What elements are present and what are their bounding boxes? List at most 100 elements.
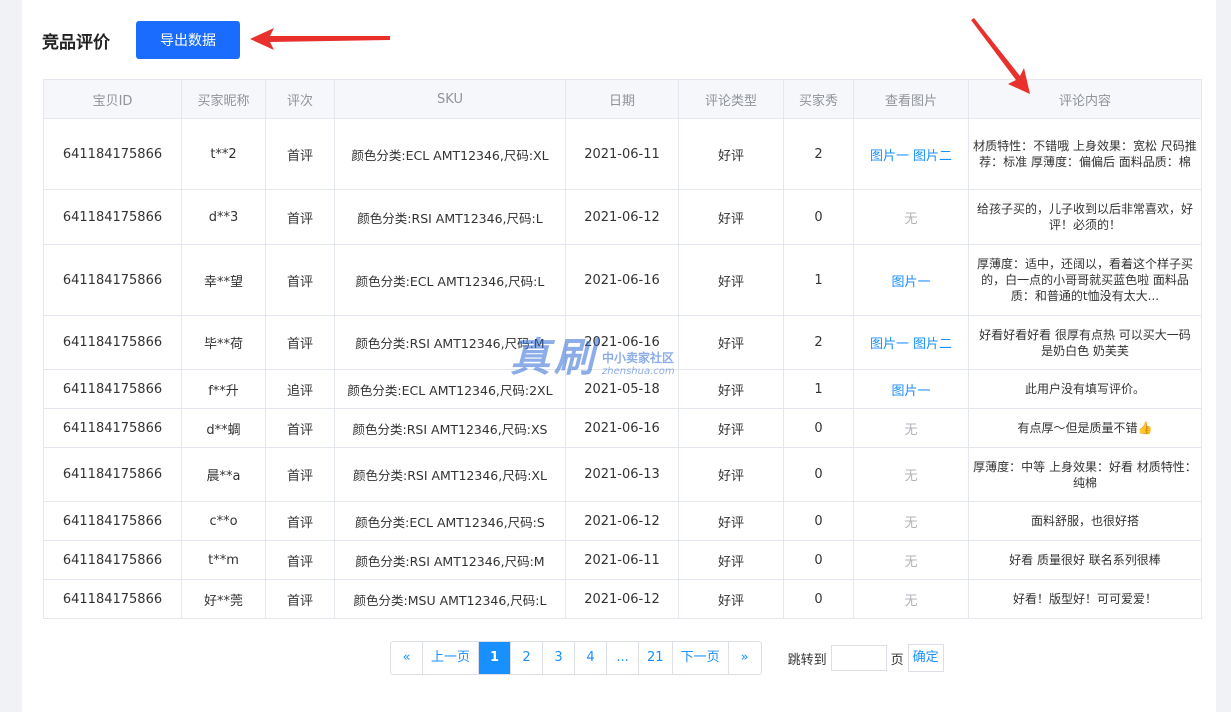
cell-sku: 颜色分类:ECL AMT12346,尺码:2XL (334, 369, 566, 409)
cell-item-id: 641184175866 (43, 118, 182, 190)
prev-page-button[interactable]: 上一页 (423, 642, 480, 674)
cell-date: 2021-06-16 (565, 244, 679, 316)
cell-date: 2021-06-12 (565, 579, 679, 619)
comment-text: 好看！版型好！可可爱爱！ (1012, 592, 1157, 606)
comment-text: 好看 质量很好 联名系列很棒 (1009, 553, 1161, 567)
cell-review-times: 首评 (265, 447, 335, 502)
cell-buyer-show: 1 (783, 244, 854, 316)
page-button-2[interactable]: 2 (511, 642, 544, 674)
jump-label: 跳转到 (787, 652, 827, 668)
comment-text: 好看好看好看 很厚有点热 可以买大一码 是奶白色 奶芙芙 (979, 327, 1191, 358)
cell-review-type: 好评 (678, 369, 784, 409)
table-row: 641184175866 c**o 首评 颜色分类:ECL AMT12346,尺码:S… (43, 501, 1202, 541)
page-jump: 跳转到 页 确定 (788, 644, 944, 672)
cell-buyer-nick: d**3 (181, 189, 266, 245)
col-header-sku: SKU (334, 79, 566, 119)
cell-date: 2021-06-13 (565, 447, 679, 502)
cell-item-id: 641184175866 (43, 447, 182, 502)
view-image-link[interactable]: 图片一 (891, 384, 930, 399)
cell-images: 无 (853, 447, 969, 502)
next-page-button[interactable]: 下一页 (673, 642, 729, 674)
cell-date: 2021-06-11 (565, 540, 679, 580)
cell-date: 2021-06-12 (565, 501, 679, 541)
col-header-type: 评论类型 (678, 79, 784, 119)
view-image-link[interactable]: 图片一 (891, 275, 930, 290)
cell-review-times: 追评 (265, 369, 335, 409)
comment-text: 此用户没有填写评价。 (1024, 382, 1145, 396)
table-row: 641184175866 d**3 首评 颜色分类:RSI AMT12346,尺码:L… (43, 189, 1202, 245)
page-buttons: « 上一页 1 2 3 4 ... 21 下一页 » (390, 641, 762, 675)
cell-comment: 厚薄度：中等 上身效果：好看 材质特性：纯棉 (968, 447, 1202, 502)
cell-images: 无 (853, 501, 969, 541)
no-image-text: 无 (904, 554, 918, 570)
cell-buyer-nick: t**m (181, 540, 266, 580)
table-row: 641184175866 d**蜩 首评 颜色分类:RSI AMT12346,尺码:X… (43, 408, 1202, 448)
review-panel: 竞品评价 导出数据 宝贝ID 买家昵称 评次 SKU 日期 评论类型 买家秀 查 (22, 0, 1216, 712)
cell-review-times: 首评 (265, 315, 335, 370)
cell-buyer-show: 0 (783, 189, 854, 245)
cell-buyer-nick: d**蜩 (181, 408, 266, 448)
cell-review-type: 好评 (678, 579, 784, 619)
view-image-link[interactable]: 图片一 (870, 337, 909, 352)
col-header-show: 买家秀 (783, 79, 854, 119)
jump-page-input[interactable] (830, 645, 887, 671)
cell-review-type: 好评 (678, 408, 784, 448)
cell-sku: 颜色分类:ECL AMT12346,尺码:XL (334, 118, 566, 190)
page-button-1[interactable]: 1 (479, 642, 512, 674)
table-row: 641184175866 幸**望 首评 颜色分类:ECL AMT12346,尺码:L… (43, 244, 1202, 316)
page-button-21[interactable]: 21 (639, 642, 673, 674)
export-data-button[interactable]: 导出数据 (136, 21, 240, 59)
cell-item-id: 641184175866 (43, 501, 182, 541)
review-table: 宝贝ID 买家昵称 评次 SKU 日期 评论类型 买家秀 查看图片 评论内容 6… (43, 79, 1202, 619)
cell-review-times: 首评 (265, 244, 335, 316)
pagination: « 上一页 1 2 3 4 ... 21 下一页 » 跳转到 页 确定 (390, 641, 944, 675)
cell-item-id: 641184175866 (43, 579, 182, 619)
cell-comment: 有点厚～但是质量不错👍 (968, 408, 1202, 448)
cell-sku: 颜色分类:RSI AMT12346,尺码:L (334, 189, 566, 245)
col-header-comment: 评论内容 (968, 79, 1202, 119)
cell-buyer-nick: 晨**a (181, 447, 266, 502)
cell-review-times: 首评 (265, 189, 335, 245)
cell-item-id: 641184175866 (43, 244, 182, 316)
cell-date: 2021-06-12 (565, 189, 679, 245)
page-button-3[interactable]: 3 (543, 642, 576, 674)
cell-images: 图片一 (853, 244, 969, 316)
cell-review-times: 首评 (265, 501, 335, 541)
table-row: 641184175866 f**升 追评 颜色分类:ECL AMT12346,尺码:2… (43, 369, 1202, 409)
cell-comment: 材质特性：不错哦 上身效果：宽松 尺码推荐：标准 厚薄度：偏偏后 面料品质：棉 (968, 118, 1202, 190)
cell-sku: 颜色分类:ECL AMT12346,尺码:L (334, 244, 566, 316)
cell-buyer-nick: 幸**望 (181, 244, 266, 316)
comment-text: 材质特性：不错哦 上身效果：宽松 尺码推荐：标准 厚薄度：偏偏后 面料品质：棉 (973, 139, 1197, 169)
cell-images: 图片一 (853, 369, 969, 409)
cell-review-type: 好评 (678, 244, 784, 316)
cell-review-times: 首评 (265, 579, 335, 619)
page-button-4[interactable]: 4 (575, 642, 608, 674)
cell-date: 2021-06-11 (565, 118, 679, 190)
first-page-button[interactable]: « (391, 642, 423, 674)
cell-review-times: 首评 (265, 540, 335, 580)
cell-item-id: 641184175866 (43, 540, 182, 580)
page-ellipsis[interactable]: ... (607, 642, 640, 674)
cell-sku: 颜色分类:RSI AMT12346,尺码:M (334, 315, 566, 370)
cell-images: 无 (853, 540, 969, 580)
cell-sku: 颜色分类:ECL AMT12346,尺码:S (334, 501, 566, 541)
cell-comment: 好看 质量很好 联名系列很棒 (968, 540, 1202, 580)
view-image-link[interactable]: 图片一 (870, 149, 909, 164)
view-image-link[interactable]: 图片二 (913, 149, 952, 164)
cell-item-id: 641184175866 (43, 315, 182, 370)
table-row: 641184175866 t**m 首评 颜色分类:RSI AMT12346,尺码:M… (43, 540, 1202, 580)
no-image-text: 无 (904, 593, 918, 609)
cell-date: 2021-06-16 (565, 315, 679, 370)
cell-date: 2021-05-18 (565, 369, 679, 409)
table-header-row: 宝贝ID 买家昵称 评次 SKU 日期 评论类型 买家秀 查看图片 评论内容 (43, 79, 1202, 119)
cell-buyer-show: 0 (783, 447, 854, 502)
comment-text: 有点厚～但是质量不错👍 (1017, 421, 1153, 435)
cell-comment: 面料舒服，也很好搭 (968, 501, 1202, 541)
view-image-link[interactable]: 图片二 (913, 337, 952, 352)
last-page-button[interactable]: » (729, 642, 761, 674)
jump-confirm-button[interactable]: 确定 (907, 644, 944, 672)
table-row: 641184175866 毕**荷 首评 颜色分类:RSI AMT12346,尺码:M… (43, 315, 1202, 370)
cell-images: 无 (853, 189, 969, 245)
no-image-text: 无 (904, 211, 918, 227)
cell-review-type: 好评 (678, 501, 784, 541)
